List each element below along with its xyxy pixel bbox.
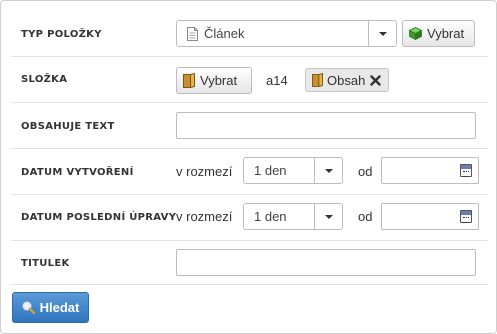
contains-text-input[interactable]: [176, 112, 476, 139]
folder-select-button[interactable]: Vybrat: [176, 67, 252, 94]
item-type-label: TYP POLOŽKY: [21, 29, 102, 40]
modified-date-label: DATUM POSLEDNÍ ÚPRAVY: [21, 212, 177, 223]
created-date-input[interactable]: [381, 157, 479, 184]
contains-text-label: OBSAHUJE TEXT: [21, 121, 115, 132]
modified-range-label: v rozmezí: [176, 209, 233, 224]
search-form-panel: TYP POLOŽKY Článek Vybrat SLOŽKA Vybrat …: [0, 0, 497, 334]
calendar-icon[interactable]: [460, 210, 472, 223]
magnifier-icon: [22, 301, 35, 314]
modified-date-input[interactable]: [381, 203, 479, 230]
folder-icon: [312, 73, 323, 87]
folder-tag: Obsah: [305, 68, 389, 92]
item-type-select-button[interactable]: Vybrat: [402, 20, 475, 47]
created-range-label: v rozmezí: [176, 164, 233, 179]
modified-range-select[interactable]: 1 den: [243, 203, 343, 230]
item-type-select-button-label: Vybrat: [427, 26, 465, 41]
calendar-icon[interactable]: [460, 164, 472, 177]
close-icon[interactable]: [370, 74, 382, 86]
created-range-select[interactable]: 1 den: [243, 157, 343, 184]
folder-tag-label: Obsah: [327, 72, 366, 88]
item-type-selected-value: Článek: [204, 26, 245, 41]
modified-range-value: 1 den: [254, 209, 287, 224]
folder-label: SLOŽKA: [21, 74, 68, 85]
modified-from-label: od: [358, 209, 373, 224]
item-type-select[interactable]: Článek: [176, 20, 397, 47]
title-label: TITULEK: [21, 258, 70, 269]
created-range-dropdown-toggle[interactable]: [314, 158, 342, 183]
chevron-down-icon: [324, 168, 333, 173]
chevron-down-icon: [378, 31, 387, 36]
folder-value: a14: [266, 73, 288, 88]
item-type-dropdown-toggle[interactable]: [368, 21, 396, 46]
green-cube-icon: [409, 27, 422, 40]
search-button[interactable]: Hledat: [12, 292, 89, 323]
document-icon: [187, 26, 198, 41]
folder-icon: [183, 73, 195, 88]
title-input[interactable]: [176, 249, 476, 276]
created-range-value: 1 den: [254, 163, 287, 178]
chevron-down-icon: [324, 214, 333, 219]
search-button-label: Hledat: [39, 300, 80, 315]
created-from-label: od: [358, 164, 373, 179]
created-date-label: DATUM VYTVOŘENÍ: [21, 167, 134, 178]
modified-range-dropdown-toggle[interactable]: [314, 204, 342, 229]
folder-select-button-label: Vybrat: [200, 73, 238, 88]
